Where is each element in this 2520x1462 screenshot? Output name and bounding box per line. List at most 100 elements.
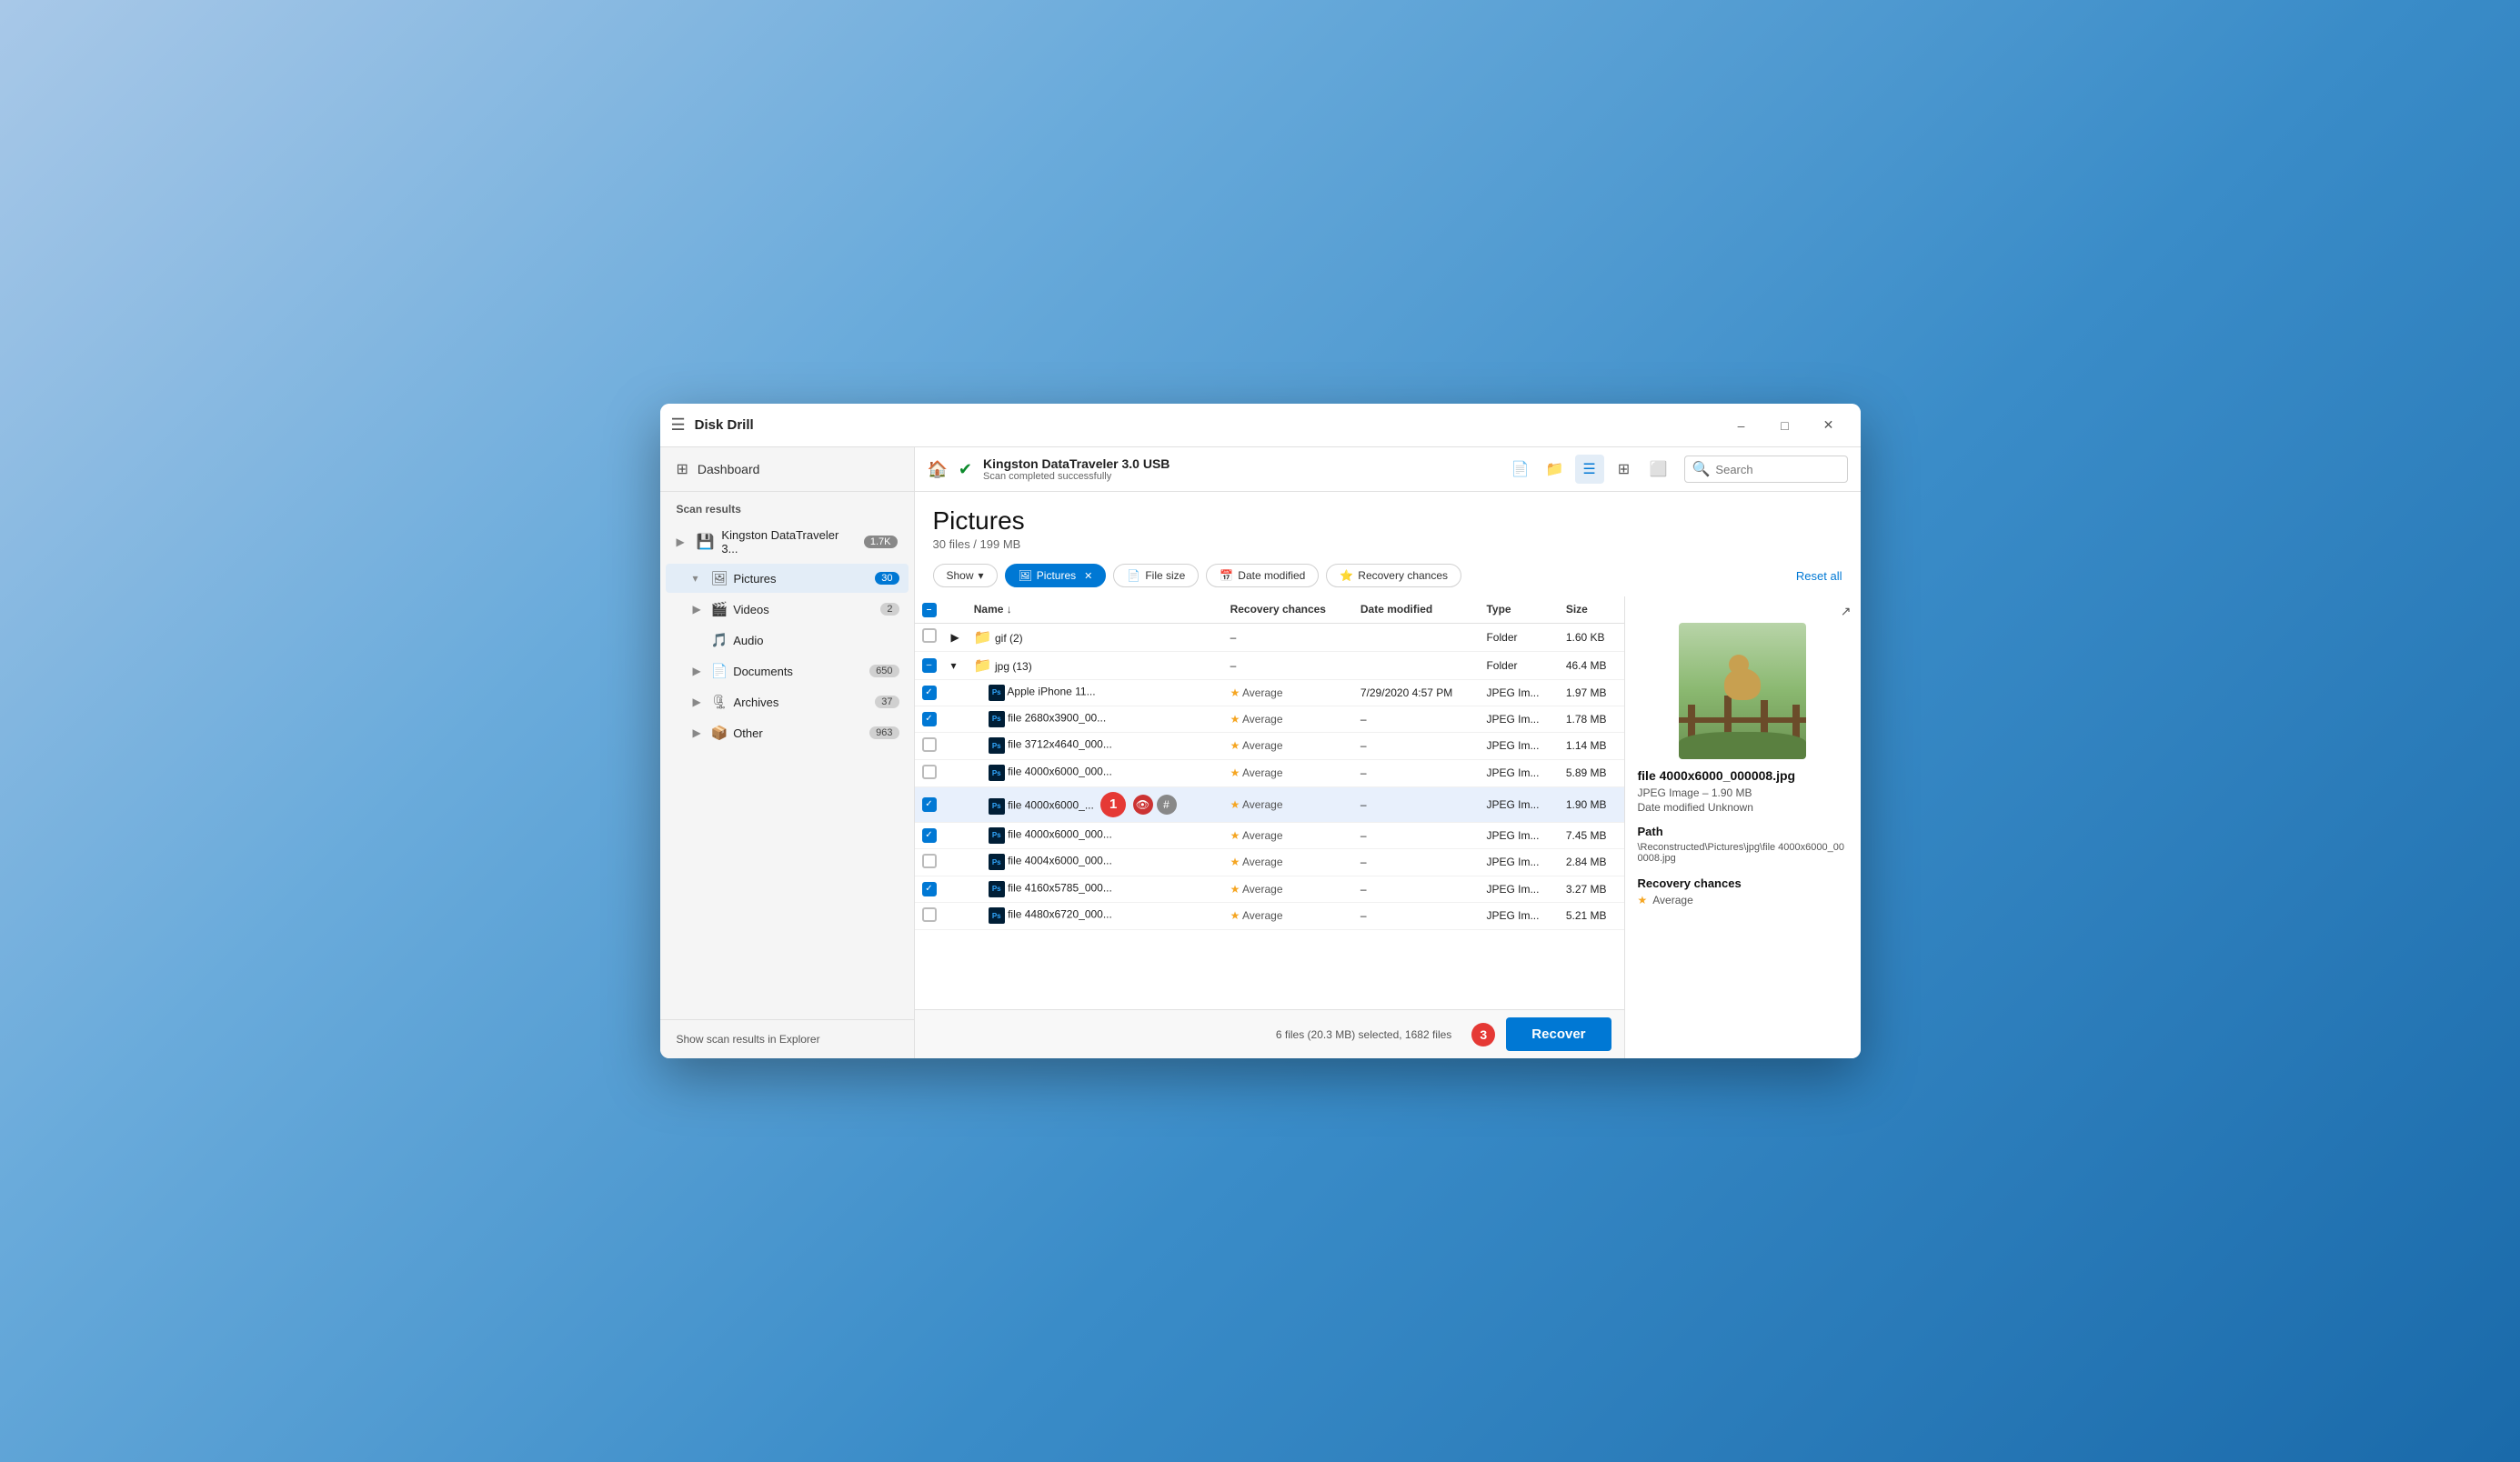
recovery-chances-filter-button[interactable]: ⭐ Recovery chances [1326, 564, 1461, 587]
expand-icon[interactable]: ▶ [951, 631, 959, 644]
recovery-column-header[interactable]: Recovery chances [1223, 596, 1353, 623]
archives-count-badge: 37 [875, 696, 899, 708]
row-size: 1.14 MB [1559, 732, 1624, 759]
preview-path: \Reconstructed\Pictures\jpg\file 4000x60… [1625, 842, 1861, 867]
size-column-header[interactable]: Size [1559, 596, 1624, 623]
ps-icon: Ps [989, 685, 1005, 701]
file-size-filter-button[interactable]: 📄 File size [1113, 564, 1199, 587]
row-checkbox[interactable]: ✓ [922, 882, 937, 896]
row-date [1353, 623, 1480, 651]
row-recovery: ★ Average [1223, 732, 1353, 759]
table-row[interactable]: Ps file 4480x6720_000... ★ Average – JPE… [915, 902, 1624, 929]
sidebar: ⊞ Dashboard Scan results ▶ 💾 Kingston Da… [660, 447, 915, 1058]
row-checkbox[interactable] [922, 737, 937, 752]
ps-icon: Ps [989, 711, 1005, 727]
show-filter-button[interactable]: Show ▾ [933, 564, 998, 587]
select-all-header[interactable]: – [915, 596, 944, 623]
row-filename: file 4004x6000_000... [1008, 855, 1112, 867]
external-link-icon[interactable]: ↗ [1841, 604, 1852, 619]
name-column-header[interactable]: Name ↓ [967, 596, 1223, 623]
sidebar-footer: Show scan results in Explorer [660, 1019, 914, 1058]
recover-button[interactable]: Recover [1506, 1017, 1611, 1051]
row-filename: file 4000x6000_... [1008, 798, 1094, 811]
type-column-header[interactable]: Type [1479, 596, 1558, 623]
new-file-button[interactable]: 📄 [1506, 455, 1535, 484]
pictures-filter-button[interactable]: 🖼 Pictures ✕ [1005, 564, 1107, 587]
date-column-header[interactable]: Date modified [1353, 596, 1480, 623]
preview-path-label: Path [1625, 816, 1861, 842]
row-size: 1.90 MB [1559, 786, 1624, 822]
folder-button[interactable]: 📁 [1541, 455, 1570, 484]
row-checkbox[interactable] [922, 628, 937, 643]
row-date: – [1353, 732, 1480, 759]
ps-icon: Ps [989, 907, 1005, 924]
table-row[interactable]: Ps file 4004x6000_000... ★ Average – JPE… [915, 848, 1624, 876]
search-icon: 🔍 [1692, 460, 1711, 478]
table-row[interactable]: ✓ Ps Apple iPhone 11... ★ Average [915, 679, 1624, 706]
sidebar-item-other[interactable]: ▶ 📦 Other 963 [666, 718, 909, 747]
table-area[interactable]: – Name ↓ Recovery chances Date modified [915, 596, 1624, 1009]
row-checkbox[interactable]: – [922, 658, 937, 673]
table-row[interactable]: ✓ Ps file 4000x6000_... 1 👁 [915, 786, 1624, 822]
row-checkbox[interactable]: ✓ [922, 686, 937, 700]
collapse-icon[interactable]: ▾ [951, 659, 957, 672]
maximize-button[interactable]: □ [1764, 411, 1806, 440]
show-scan-results-button[interactable]: Show scan results in Explorer [677, 1033, 820, 1046]
table-row[interactable]: – ▾ 📁 jpg (13) – Folder [915, 651, 1624, 679]
documents-icon: 📄 [711, 663, 728, 679]
table-row[interactable]: ▶ 📁 gif (2) – Folder 1.60 KB [915, 623, 1624, 651]
table-row[interactable]: ✓ Ps file 4160x5785_000... ★ Average [915, 876, 1624, 902]
calendar-icon: 📅 [1220, 569, 1233, 582]
sidebar-item-audio[interactable]: ▶ 🎵 Audio [666, 626, 909, 655]
file-size-icon: 📄 [1127, 569, 1140, 582]
select-all-checkbox[interactable]: – [922, 603, 937, 617]
ps-icon: Ps [989, 765, 1005, 781]
sidebar-item-archives[interactable]: ▶ 🗜 Archives 37 [666, 687, 909, 716]
reset-all-button[interactable]: Reset all [1796, 569, 1842, 583]
minimize-button[interactable]: – [1721, 411, 1762, 440]
other-expand-arrow: ▶ [693, 726, 706, 739]
star-icon: ★ [1230, 739, 1240, 752]
sidebar-item-documents[interactable]: ▶ 📄 Documents 650 [666, 656, 909, 686]
date-modified-filter-button[interactable]: 📅 Date modified [1206, 564, 1319, 587]
page-title: Pictures [933, 506, 1842, 536]
preview-eye-button[interactable]: 👁 [1133, 795, 1153, 815]
ps-icon: Ps [989, 881, 1005, 897]
close-button[interactable]: ✕ [1808, 411, 1850, 440]
drive-name: Kingston DataTraveler 3... [721, 528, 856, 556]
toolbar-icons: 📄 📁 ☰ ⊞ ⬜ [1506, 455, 1673, 484]
table-row[interactable]: Ps file 3712x4640_000... ★ Average – JPE… [915, 732, 1624, 759]
search-input[interactable] [1715, 463, 1839, 476]
show-filter-arrow: ▾ [979, 569, 984, 582]
dashboard-nav-item[interactable]: ⊞ Dashboard [660, 447, 914, 492]
title-bar: ☰ Disk Drill – □ ✕ [660, 404, 1861, 447]
pictures-count-badge: 30 [875, 572, 899, 585]
row-filename: file 4000x6000_000... [1008, 827, 1112, 840]
row-checkbox[interactable] [922, 765, 937, 779]
row-checkbox[interactable] [922, 907, 937, 922]
row-size: 1.60 KB [1559, 623, 1624, 651]
split-view-button[interactable]: ⬜ [1644, 455, 1673, 484]
row-checkbox[interactable]: ✓ [922, 712, 937, 726]
row-checkbox[interactable]: ✓ [922, 828, 937, 843]
pictures-filter-close-icon[interactable]: ✕ [1084, 570, 1092, 582]
bird-head [1729, 655, 1749, 675]
table-row[interactable]: ✓ Ps file 4000x6000_000... ★ Average [915, 822, 1624, 848]
sidebar-item-pictures[interactable]: ▾ 🖼 Pictures 30 [666, 564, 909, 593]
row-checkbox[interactable] [922, 854, 937, 868]
table-row[interactable]: ✓ Ps file 2680x3900_00... ★ Average [915, 706, 1624, 732]
hamburger-icon[interactable]: ☰ [671, 416, 686, 435]
file-table: – Name ↓ Recovery chances Date modified [915, 596, 1624, 930]
home-icon[interactable]: 🏠 [928, 460, 948, 479]
list-view-button[interactable]: ☰ [1575, 455, 1604, 484]
title-bar-left: ☰ Disk Drill [671, 416, 1721, 435]
archives-expand-arrow: ▶ [693, 696, 706, 708]
grid-view-button[interactable]: ⊞ [1610, 455, 1639, 484]
recovery-chances-label: Recovery chances [1358, 569, 1448, 582]
search-box[interactable]: 🔍 [1684, 456, 1848, 483]
preview-hash-button[interactable]: # [1157, 795, 1177, 815]
sidebar-drive[interactable]: ▶ 💾 Kingston DataTraveler 3... 1.7K [660, 521, 914, 563]
table-row[interactable]: Ps file 4000x6000_000... ★ Average – JPE… [915, 759, 1624, 786]
row-checkbox[interactable]: ✓ [922, 797, 937, 812]
sidebar-item-videos[interactable]: ▶ 🎬 Videos 2 [666, 595, 909, 624]
